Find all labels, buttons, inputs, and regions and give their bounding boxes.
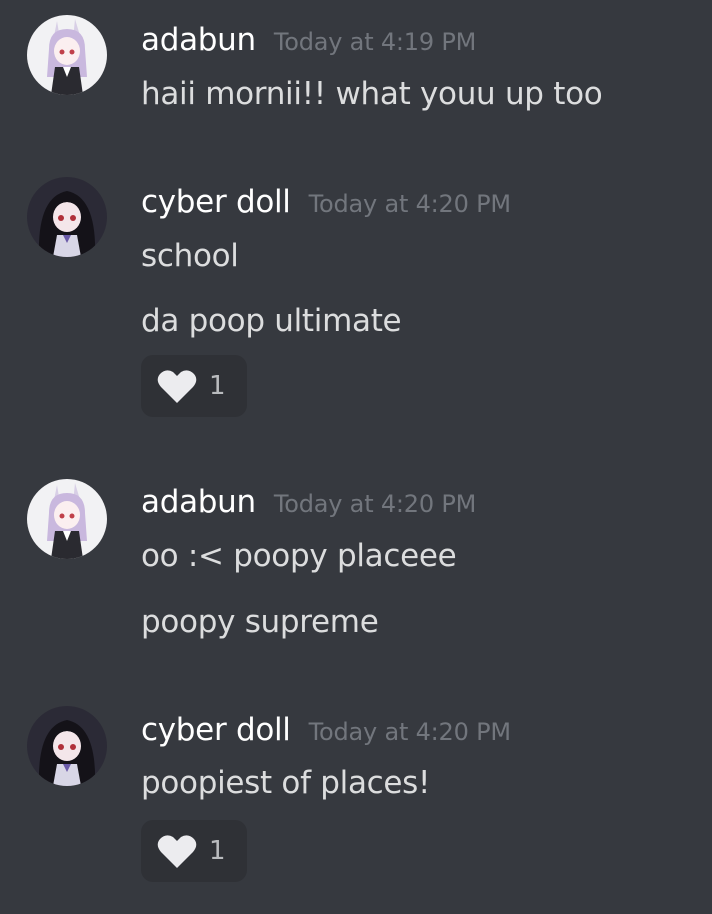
message-text: da poop ultimate	[141, 303, 402, 339]
timestamp[interactable]: Today at 4:19 PM	[274, 28, 476, 56]
message-text: poopiest of places!	[141, 765, 431, 801]
message-header: cyber doll Today at 4:20 PM	[141, 184, 511, 220]
timestamp[interactable]: Today at 4:20 PM	[309, 718, 511, 746]
avatar[interactable]	[27, 479, 107, 559]
avatar[interactable]	[27, 706, 107, 786]
heart-icon	[157, 835, 197, 868]
reaction-count: 1	[209, 371, 226, 401]
dark-hair-girl-avatar-icon	[27, 177, 107, 257]
username[interactable]: adabun	[141, 484, 256, 520]
message-text: poopy supreme	[141, 604, 379, 640]
bunny-girl-avatar-icon	[27, 479, 107, 559]
message-text: school	[141, 238, 239, 274]
avatar[interactable]	[27, 15, 107, 95]
message-header: cyber doll Today at 4:20 PM	[141, 712, 511, 748]
dark-hair-girl-avatar-icon	[27, 706, 107, 786]
message-header: adabun Today at 4:19 PM	[141, 22, 476, 58]
message-header: adabun Today at 4:20 PM	[141, 484, 476, 520]
heart-reaction-button[interactable]: 1	[141, 355, 247, 417]
heart-icon	[157, 370, 197, 403]
timestamp[interactable]: Today at 4:20 PM	[309, 190, 511, 218]
timestamp[interactable]: Today at 4:20 PM	[274, 490, 476, 518]
message-text: oo :< poopy placeee	[141, 538, 457, 574]
username[interactable]: cyber doll	[141, 184, 291, 220]
username[interactable]: cyber doll	[141, 712, 291, 748]
avatar[interactable]	[27, 177, 107, 257]
heart-reaction-button[interactable]: 1	[141, 820, 247, 882]
username[interactable]: adabun	[141, 22, 256, 58]
reaction-count: 1	[209, 836, 226, 866]
message-text: haii mornii!! what youu up too	[141, 76, 603, 112]
bunny-girl-avatar-icon	[27, 15, 107, 95]
